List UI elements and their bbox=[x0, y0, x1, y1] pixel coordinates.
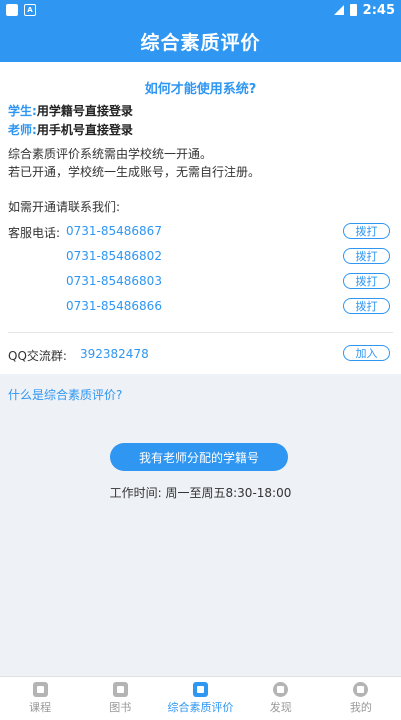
phone-number[interactable]: 0731-85486803 bbox=[66, 274, 162, 288]
tab-evaluation[interactable]: 综合素质评价 bbox=[160, 677, 240, 720]
help-title: 如何才能使用系统? bbox=[144, 82, 257, 97]
notification-icon bbox=[6, 4, 18, 16]
tab-course[interactable]: 课程 bbox=[0, 677, 80, 720]
what-is-link[interactable]: 什么是综合素质评价? bbox=[8, 386, 122, 403]
evaluation-icon bbox=[193, 682, 208, 697]
call-button[interactable]: 拨打 bbox=[343, 223, 390, 239]
battery-icon bbox=[349, 4, 357, 16]
student-role-label: 学生: bbox=[8, 104, 37, 118]
bottom-tab-bar: 课程 图书 综合素质评价 发现 我的 bbox=[0, 676, 401, 720]
course-icon bbox=[32, 682, 48, 697]
app-header: 综合素质评价 bbox=[0, 20, 401, 62]
tab-profile[interactable]: 我的 bbox=[321, 677, 401, 720]
call-button[interactable]: 拨打 bbox=[343, 273, 390, 289]
tab-discover[interactable]: 发现 bbox=[241, 677, 321, 720]
join-qq-button[interactable]: 加入 bbox=[343, 345, 390, 361]
work-time: 工作时间: 周一至周五8:30-18:00 bbox=[109, 486, 292, 500]
discover-icon bbox=[273, 682, 289, 697]
teacher-student-id-button[interactable]: 我有老师分配的学籍号 bbox=[110, 443, 288, 471]
phone-label: 客服电话: bbox=[8, 226, 61, 240]
phone-number[interactable]: 0731-85486867 bbox=[66, 224, 162, 238]
book-icon bbox=[112, 682, 128, 697]
student-login-text: 用学籍号直接登录 bbox=[36, 104, 133, 118]
tab-label: 课程 bbox=[29, 701, 52, 714]
phone-number[interactable]: 0731-85486802 bbox=[66, 249, 162, 263]
page-title: 综合素质评价 bbox=[140, 31, 261, 54]
call-button[interactable]: 拨打 bbox=[343, 298, 390, 314]
profile-icon bbox=[353, 682, 369, 697]
teacher-role-label: 老师: bbox=[8, 123, 37, 137]
status-left: A bbox=[6, 4, 36, 16]
contact-intro: 如需开通请联系我们: bbox=[8, 200, 121, 214]
divider bbox=[8, 332, 393, 333]
tab-label: 发现 bbox=[269, 701, 292, 714]
info-line-1: 综合素质评价系统需由学校统一开通。 bbox=[8, 147, 213, 161]
info-line-2: 若已开通，学校统一生成账号，无需自行注册。 bbox=[8, 165, 261, 179]
tab-book[interactable]: 图书 bbox=[80, 677, 160, 720]
signal-icon bbox=[333, 5, 344, 15]
tab-label: 我的 bbox=[349, 701, 372, 714]
call-button[interactable]: 拨打 bbox=[343, 248, 390, 264]
app-notification-icon: A bbox=[24, 4, 36, 16]
clock: 2:45 bbox=[362, 2, 395, 18]
status-right: 2:45 bbox=[333, 2, 395, 18]
teacher-login-hint: 老师:用手机号直接登录 bbox=[8, 121, 133, 138]
phone-number[interactable]: 0731-85486866 bbox=[66, 299, 162, 313]
student-login-hint: 学生:用学籍号直接登录 bbox=[8, 102, 133, 119]
status-bar: A 2:45 bbox=[0, 0, 401, 20]
help-panel: 如何才能使用系统? 学生:用学籍号直接登录 老师:用手机号直接登录 综合素质评价… bbox=[0, 62, 401, 374]
qq-number[interactable]: 392382478 bbox=[80, 347, 149, 361]
tab-label: 图书 bbox=[109, 701, 132, 714]
tab-label: 综合素质评价 bbox=[167, 701, 234, 714]
info-area: 什么是综合素质评价? 我有老师分配的学籍号 工作时间: 周一至周五8:30-18… bbox=[0, 374, 401, 676]
teacher-login-text: 用手机号直接登录 bbox=[36, 123, 133, 137]
qq-label: QQ交流群: bbox=[8, 349, 67, 363]
